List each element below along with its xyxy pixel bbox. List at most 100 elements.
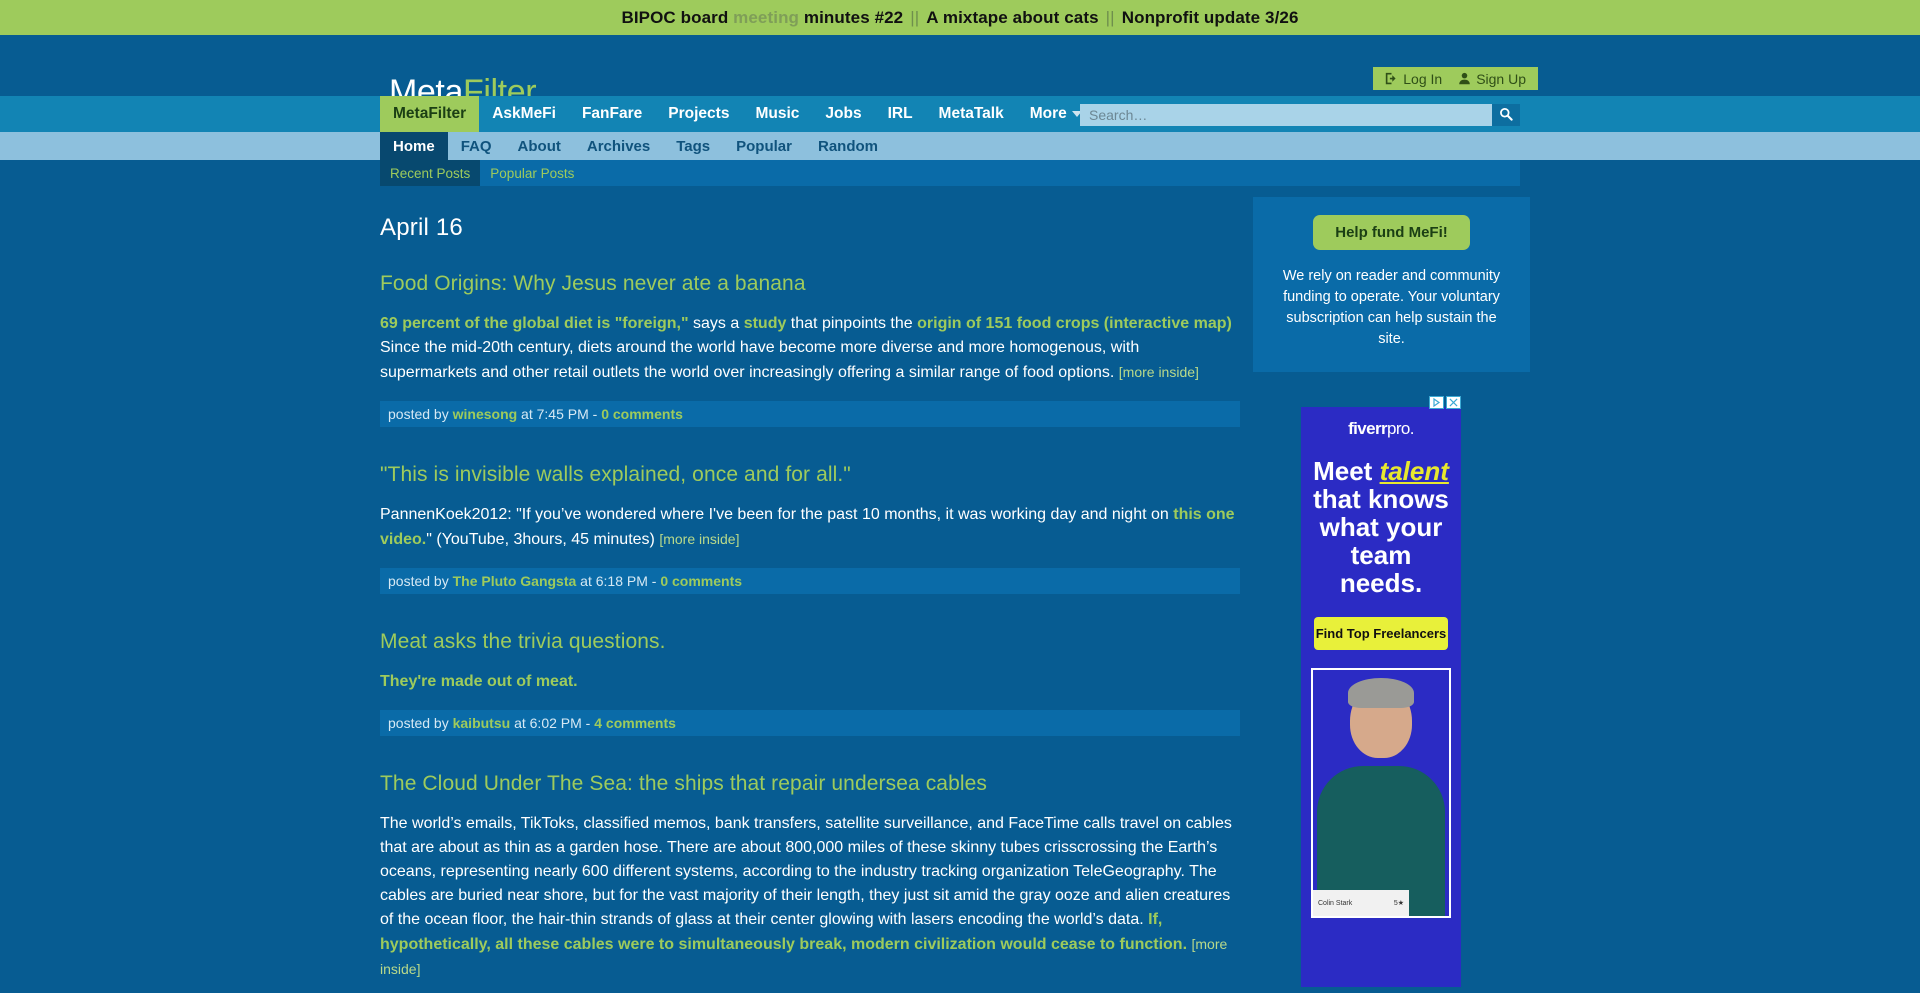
ad-headline-1: Meet [1313, 456, 1380, 486]
post-title[interactable]: Meat asks the trivia questions. [380, 630, 1240, 654]
ad-logo: fiverrpro. [1301, 419, 1461, 439]
post-list: April 16 Food Origins: Why Jesus never a… [380, 214, 1240, 993]
more-inside-link[interactable]: [more inside] [1119, 364, 1199, 380]
ad-person-hair [1348, 678, 1414, 708]
search-form [1080, 104, 1520, 126]
nav-askmefi[interactable]: AskMeFi [479, 96, 569, 132]
post-byline: posted by kaibutsu at 6:02 PM - 4 commen… [380, 710, 1240, 736]
promo-link-nonprofit[interactable]: Nonprofit update 3/26 [1122, 8, 1299, 28]
post-text-pinpoints: that pinpoints the [786, 315, 918, 332]
promo-bar: BIPOC board meeting minutes #22 || A mix… [0, 0, 1920, 35]
tab-recent-posts[interactable]: Recent Posts [380, 160, 481, 186]
ad-creative[interactable]: fiverrpro. Meet talent that knows what y… [1301, 407, 1461, 987]
byline-comments[interactable]: 0 comments [601, 406, 683, 422]
ad-headline-2: that knows what your team needs. [1313, 484, 1449, 598]
sign-up-button[interactable]: Sign Up [1458, 71, 1526, 87]
post-text-cables: The world’s emails, TikToks, classified … [380, 815, 1232, 928]
post-title[interactable]: "This is invisible walls explained, once… [380, 463, 1240, 487]
post-link-diet[interactable]: 69 percent of the global diet is "foreig… [380, 315, 689, 332]
post-item: "This is invisible walls explained, once… [380, 463, 1240, 594]
advertisement: fiverrpro. Meet talent that knows what y… [1301, 396, 1461, 987]
byline-time: at 6:18 PM - [576, 573, 661, 589]
promo-link-mixtape[interactable]: A mixtape about cats [926, 8, 1098, 28]
post-text-history: Since the mid-20th century, diets around… [380, 339, 1140, 381]
byline-time: at 6:02 PM - [510, 715, 595, 731]
byline-user[interactable]: winesong [453, 406, 518, 422]
subnav-popular[interactable]: Popular [723, 132, 805, 160]
promo-bipoc-a: BIPOC board [621, 7, 729, 27]
byline-prefix: posted by [388, 406, 453, 422]
post-link-origin[interactable]: origin of 151 food crops (interactive ma… [917, 315, 1232, 332]
ad-caption-rating: 5★ [1393, 900, 1404, 907]
post-text-says: says a [688, 315, 744, 332]
post-item: The Cloud Under The Sea: the ships that … [380, 772, 1240, 982]
ad-headline-emphasis: talent [1379, 456, 1449, 486]
ad-logo-fiverr: fiverr [1348, 419, 1388, 438]
ad-photo: Colin Stark 5★ [1311, 668, 1451, 918]
post-body: The world’s emails, TikToks, classified … [380, 812, 1240, 982]
user-icon [1458, 72, 1471, 85]
fund-box: Help fund MeFi! We rely on reader and co… [1253, 197, 1530, 372]
nav-fanfare[interactable]: FanFare [569, 96, 655, 132]
log-in-label: Log In [1403, 70, 1443, 87]
post-title[interactable]: Food Origins: Why Jesus never ate a bana… [380, 272, 1240, 296]
promo-bipoc-c: minutes #22 [803, 7, 904, 27]
nav-more-label: More [1029, 105, 1067, 122]
post-text-quote: PannenKoek2012: "If you’ve wondered wher… [380, 506, 1174, 523]
ad-caption: Colin Stark 5★ [1313, 890, 1409, 916]
post-byline: posted by winesong at 7:45 PM - 0 commen… [380, 401, 1240, 427]
byline-comments[interactable]: 0 comments [660, 573, 742, 589]
login-icon [1385, 72, 1398, 85]
masthead: MetaFilter community weblog Log In Sign … [0, 35, 1920, 128]
post-text-youtube: " (YouTube, 3hours, 45 minutes) [426, 531, 660, 548]
promo-link-bipoc[interactable]: BIPOC board meeting minutes #22 [621, 8, 903, 28]
more-inside-link[interactable]: [more inside] [659, 531, 739, 547]
primary-nav: MetaFilter AskMeFi FanFare Projects Musi… [0, 96, 1920, 132]
day-heading: April 16 [380, 214, 463, 241]
subnav-faq[interactable]: FAQ [448, 132, 505, 160]
page-body: April 16 Food Origins: Why Jesus never a… [0, 186, 1920, 993]
subnav-archives[interactable]: Archives [574, 132, 663, 160]
nav-projects[interactable]: Projects [655, 96, 742, 132]
post-title[interactable]: The Cloud Under The Sea: the ships that … [380, 772, 1240, 796]
byline-time: at 7:45 PM - [517, 406, 602, 422]
nav-music[interactable]: Music [742, 96, 812, 132]
post-body: PannenKoek2012: "If you’ve wondered wher… [380, 503, 1240, 552]
ad-headline: Meet talent that knows what your team ne… [1301, 457, 1461, 597]
sign-up-label: Sign Up [1476, 70, 1526, 87]
close-icon[interactable] [1446, 396, 1461, 409]
adchoices-icon[interactable] [1429, 396, 1444, 409]
tertiary-tabs: Recent Posts Popular Posts [0, 160, 1920, 186]
ad-caption-name: Colin Stark [1318, 899, 1353, 907]
search-icon [1499, 107, 1513, 124]
promo-separator-2: || [1105, 7, 1115, 27]
fund-description: We rely on reader and community funding … [1282, 268, 1501, 347]
byline-comments[interactable]: 4 comments [594, 715, 676, 731]
byline-user[interactable]: The Pluto Gangsta [453, 573, 577, 589]
search-button[interactable] [1492, 104, 1520, 126]
account-box: Log In Sign Up [1373, 67, 1538, 90]
post-link-study[interactable]: study [744, 315, 787, 332]
byline-user[interactable]: kaibutsu [453, 715, 511, 731]
help-fund-button[interactable]: Help fund MeFi! [1313, 215, 1470, 250]
sidebar: Help fund MeFi! We rely on reader and co… [1253, 197, 1530, 987]
log-in-button[interactable]: Log In [1385, 71, 1442, 87]
subnav-home[interactable]: Home [380, 132, 448, 160]
subnav-random[interactable]: Random [805, 132, 891, 160]
subnav-about[interactable]: About [505, 132, 574, 160]
post-item: Food Origins: Why Jesus never ate a bana… [380, 272, 1240, 427]
subnav-tags[interactable]: Tags [663, 132, 723, 160]
ad-logo-pro: pro. [1387, 419, 1415, 438]
promo-bipoc-b: meeting [733, 7, 800, 27]
nav-metafilter[interactable]: MetaFilter [380, 96, 480, 132]
ad-cta-button[interactable]: Find Top Freelancers [1314, 617, 1448, 650]
search-input[interactable] [1080, 104, 1492, 126]
ad-controls [1429, 396, 1461, 409]
post-link-meat[interactable]: They're made out of meat. [380, 673, 578, 690]
nav-irl[interactable]: IRL [875, 96, 926, 132]
nav-jobs[interactable]: Jobs [812, 96, 874, 132]
post-body: 69 percent of the global diet is "foreig… [380, 312, 1240, 385]
nav-metatalk[interactable]: MetaTalk [926, 96, 1017, 132]
tab-popular-posts[interactable]: Popular Posts [480, 160, 584, 186]
post-byline: posted by The Pluto Gangsta at 6:18 PM -… [380, 568, 1240, 594]
